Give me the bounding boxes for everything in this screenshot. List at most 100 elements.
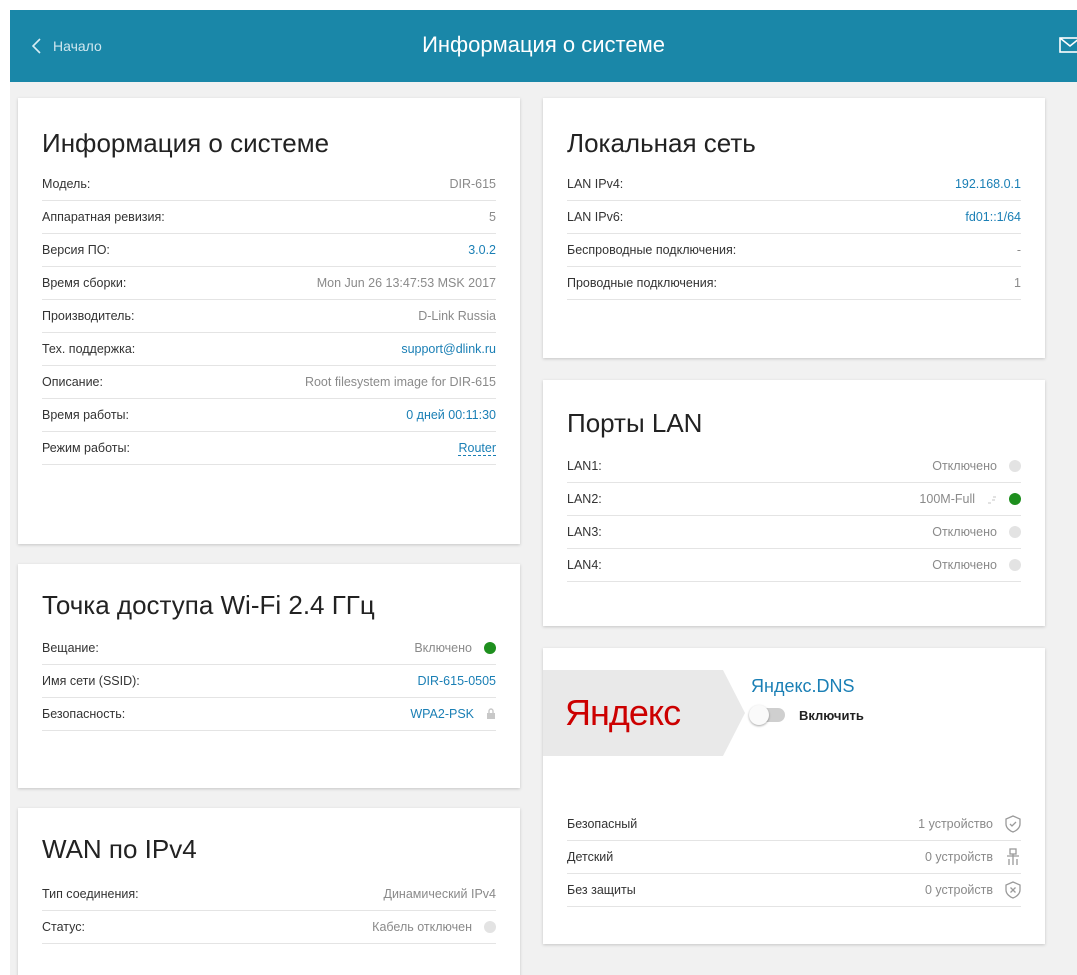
status-off-icon (484, 921, 496, 933)
status-off-icon (1009, 559, 1021, 571)
status-off-icon (1009, 526, 1021, 538)
row-label: Режим работы: (42, 441, 130, 455)
row-label: LAN1: (567, 459, 602, 473)
wan-row-status: Статус: Кабель отключен (42, 911, 496, 944)
device-count: 0 устройств (924, 850, 993, 864)
wifi-row-broadcast: Вещание: Включено (42, 632, 496, 665)
yandex-dns-title: Яндекс.DNS (751, 676, 855, 696)
row-value: WPA2-PSK (410, 707, 496, 721)
row-value: 100M-Full (919, 492, 1021, 506)
security-link[interactable]: WPA2-PSK (410, 707, 474, 721)
row-label: Тех. поддержка: (42, 342, 136, 356)
yandex-dns-toggle[interactable] (749, 705, 785, 725)
row-value: - (1016, 243, 1021, 257)
row-label: Безопасный (567, 817, 638, 831)
row-value: Отключено (932, 459, 1021, 473)
row-value: 5 (489, 210, 496, 224)
row-label: Беспроводные подключения: (567, 243, 737, 257)
ssid-link[interactable]: DIR-615-0505 (417, 674, 496, 688)
card-title: Точка доступа Wi-Fi 2.4 ГГц (42, 590, 375, 620)
status-off-icon (1009, 460, 1021, 472)
row-value: Отключено (932, 558, 1021, 572)
port-status: Отключено (932, 558, 997, 572)
support-email-link[interactable]: support@dlink.ru (401, 342, 496, 356)
mail-icon[interactable] (1059, 36, 1077, 54)
row-label: Имя сети (SSID): (42, 674, 140, 688)
lan-ipv6-link[interactable]: fd01::1/64 (965, 210, 1021, 224)
wifi-row-ssid: Имя сети (SSID): DIR-615-0505 (42, 665, 496, 698)
info-row-uptime: Время работы: 0 дней 00:11:30 (42, 399, 496, 432)
wan-status: Кабель отключен (372, 920, 472, 934)
row-label: Описание: (42, 375, 103, 389)
row-label: Проводные подключения: (567, 276, 718, 290)
card-title: Порты LAN (567, 408, 703, 438)
row-label: LAN2: (567, 492, 602, 506)
uptime-value: 0 дней 00:11:30 (406, 408, 496, 422)
port-status: Отключено (932, 525, 997, 539)
yandex-logo-letter: Я (565, 692, 591, 733)
device-count: 1 устройство (918, 817, 993, 831)
lan-card: Локальная сеть LAN IPv4: 192.168.0.1 LAN … (543, 98, 1045, 358)
row-label: LAN4: (567, 558, 602, 572)
row-label: Без защиты (567, 883, 636, 897)
info-row-model: Модель: DIR-615 (42, 168, 496, 201)
port-row-lan3: LAN3: Отключено (567, 516, 1021, 549)
child-profile-icon (1007, 848, 1019, 865)
port-row-lan1: LAN1: Отключено (567, 450, 1021, 483)
wan-row-type: Тип соединения: Динамический IPv4 (42, 878, 496, 911)
row-value: Mon Jun 26 13:47:53 MSK 2017 (316, 276, 496, 290)
row-label: Тип соединения: (42, 887, 139, 901)
yandex-logo: Яндекс (565, 692, 681, 734)
row-value: DIR-615 (449, 177, 496, 191)
row-value: 0 устройств (925, 881, 1021, 899)
lock-icon (487, 708, 495, 719)
yandex-dns-card: Яндекс Яндекс.DNS Включить Безопасный 1 у… (543, 648, 1045, 944)
row-label: Модель: (42, 177, 91, 191)
port-row-lan2: LAN2: 100M-Full (567, 483, 1021, 516)
mode-link[interactable]: Router (458, 441, 496, 456)
status-on-icon (484, 642, 496, 654)
port-status: Отключено (932, 459, 997, 473)
row-label: Версия ПО: (42, 243, 110, 257)
firmware-link[interactable]: 3.0.2 (468, 243, 496, 257)
lan-row-ipv4: LAN IPv4: 192.168.0.1 (567, 168, 1021, 201)
yandex-banner-arrow (723, 670, 745, 756)
row-label: Статус: (42, 920, 85, 934)
lan-ipv4-link[interactable]: 192.168.0.1 (955, 177, 1021, 191)
row-label: Производитель: (42, 309, 135, 323)
row-label: Время сборки: (42, 276, 127, 290)
info-row-mode: Режим работы: Router (42, 432, 496, 465)
info-row-description: Описание: Root filesystem image for DIR-6… (42, 366, 496, 399)
card-title: Локальная сеть (567, 128, 756, 158)
network-activity-icon (988, 496, 996, 504)
row-value: Отключено (932, 525, 1021, 539)
broadcast-status: Включено (414, 641, 472, 655)
yandex-logo-rest: ндекс (590, 692, 681, 733)
row-value: Динамический IPv4 (383, 887, 496, 901)
info-row-support: Тех. поддержка: support@dlink.ru (42, 333, 496, 366)
info-row-vendor: Производитель: D-Link Russia (42, 300, 496, 333)
lan-row-ipv6: LAN IPv6: fd01::1/64 (567, 201, 1021, 234)
port-status: 100M-Full (919, 492, 975, 506)
row-label: Безопасность: (42, 707, 126, 721)
shield-x-icon (1005, 881, 1021, 899)
row-value: D-Link Russia (418, 309, 496, 323)
page-title: Информация о системе (422, 32, 665, 57)
status-on-icon (1009, 493, 1021, 505)
lan-row-wireless: Беспроводные подключения: - (567, 234, 1021, 267)
app-frame: Начало Информация о системе Информация о… (10, 10, 1077, 975)
shield-check-icon (1005, 815, 1021, 833)
info-row-hw-revision: Аппаратная ревизия: 5 (42, 201, 496, 234)
lan-ports-card: Порты LAN LAN1: Отключено LAN2: 100M-Full … (543, 380, 1045, 626)
dns-row-safe: Безопасный 1 устройство (567, 808, 1021, 841)
device-count: 0 устройств (924, 883, 993, 897)
row-label: Вещание: (42, 641, 99, 655)
row-label: LAN3: (567, 525, 602, 539)
row-label: LAN IPv6: (567, 210, 624, 224)
row-label: LAN IPv4: (567, 177, 624, 191)
port-row-lan4: LAN4: Отключено (567, 549, 1021, 582)
card-title: WAN по IPv4 (42, 834, 197, 864)
row-label: Время работы: (42, 408, 129, 422)
dns-row-unprotected: Без защиты 0 устройств (567, 874, 1021, 907)
top-bar: Начало Информация о системе (10, 10, 1077, 82)
